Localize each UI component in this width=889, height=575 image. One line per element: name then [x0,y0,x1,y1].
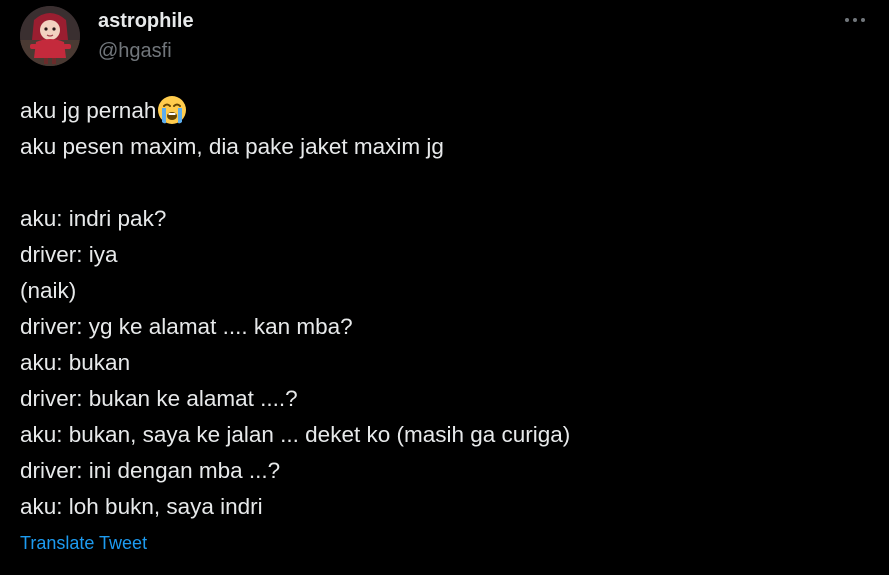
tweet-line: aku jg pernah [20,93,870,129]
tweet-line: (naik) [20,278,77,303]
tweet-line-text: aku jg pernah [20,98,157,123]
tweet-line: aku: indri pak? [20,206,167,231]
author-names: astrophile @hgasfi [98,8,194,65]
tweet-line: driver: ini dengan mba ...? [20,458,281,483]
translate-tweet-link[interactable]: Translate Tweet [20,531,147,555]
author-display-name[interactable]: astrophile [98,8,194,34]
tweet-line: driver: bukan ke alamat ....? [20,386,298,411]
tweet-line: driver: iya [20,242,118,267]
tweet-text: aku jg pernah aku pesen maxim, dia pake … [20,93,870,525]
tweet-line: aku: bukan, saya ke jalan ... deket ko (… [20,422,571,447]
more-horizontal-icon[interactable] [843,14,867,26]
profile-avatar-icon[interactable] [20,6,80,66]
tweet-header: astrophile @hgasfi [20,6,869,68]
tweet-line: aku pesen maxim, dia pake jaket maxim jg [20,134,444,159]
author-handle[interactable]: @hgasfi [98,37,194,65]
loudly-crying-face-icon [157,95,187,125]
tweet-line: aku: bukan [20,350,131,375]
tweet-line: driver: yg ke alamat .... kan mba? [20,314,353,339]
tweet-line: aku: loh bukn, saya indri [20,494,263,519]
